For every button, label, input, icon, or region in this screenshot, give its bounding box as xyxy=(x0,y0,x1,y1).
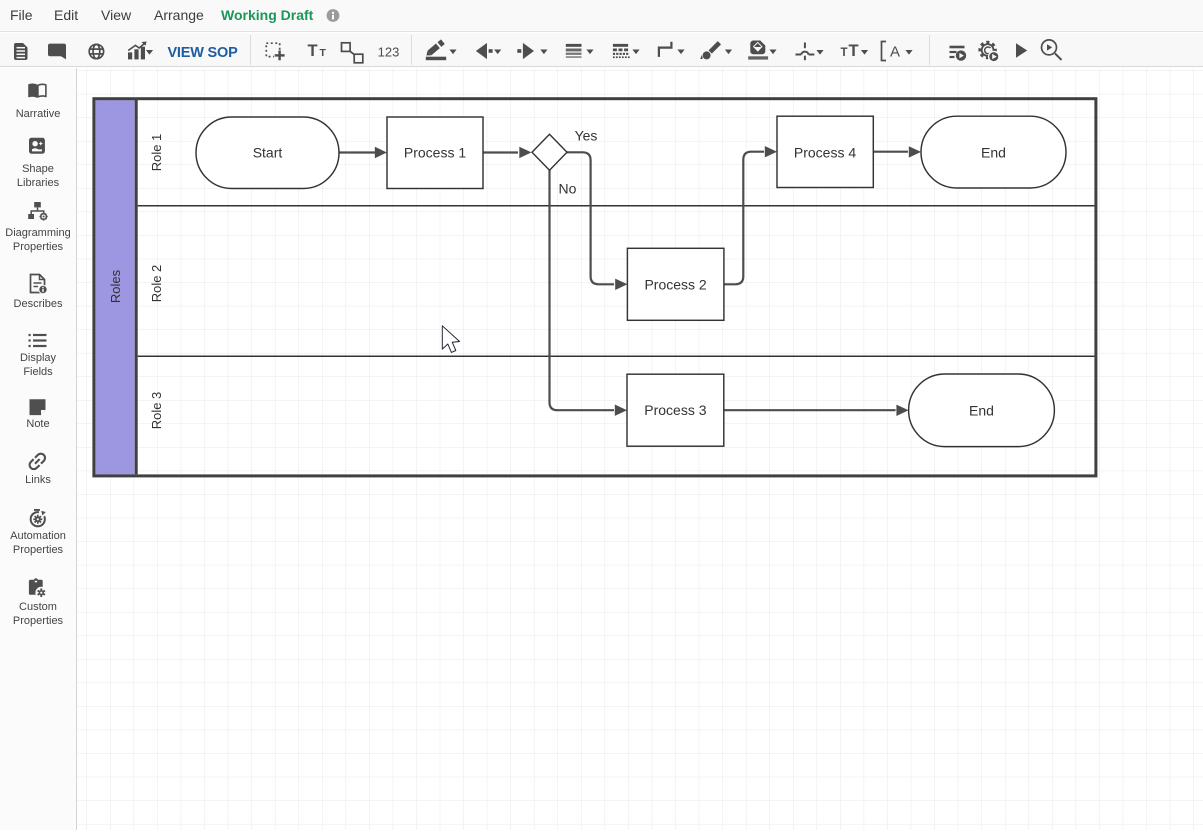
svg-text:Process 3: Process 3 xyxy=(644,402,706,418)
svg-text:Process 4: Process 4 xyxy=(794,144,856,160)
svg-text:Yes: Yes xyxy=(575,128,598,144)
svg-text:No: No xyxy=(559,181,577,197)
svg-text:A: A xyxy=(890,44,900,61)
svg-text:Process 2: Process 2 xyxy=(644,276,706,292)
svg-text:123: 123 xyxy=(378,44,400,59)
svg-text:End: End xyxy=(969,402,994,418)
svg-text:T: T xyxy=(320,47,327,59)
svg-text:Start: Start xyxy=(253,145,283,161)
svg-text:Role 1: Role 1 xyxy=(149,134,164,172)
svg-text:End: End xyxy=(981,144,1006,160)
svg-text:T: T xyxy=(841,47,848,59)
svg-text:VIEW SOP: VIEW SOP xyxy=(167,45,238,61)
svg-text:T: T xyxy=(308,42,318,60)
svg-text:Process 1: Process 1 xyxy=(404,145,466,161)
svg-text:T: T xyxy=(849,42,859,60)
svg-text:Role 2: Role 2 xyxy=(149,265,164,303)
svg-text:Roles: Roles xyxy=(108,269,123,303)
svg-text:Role 3: Role 3 xyxy=(149,392,164,430)
